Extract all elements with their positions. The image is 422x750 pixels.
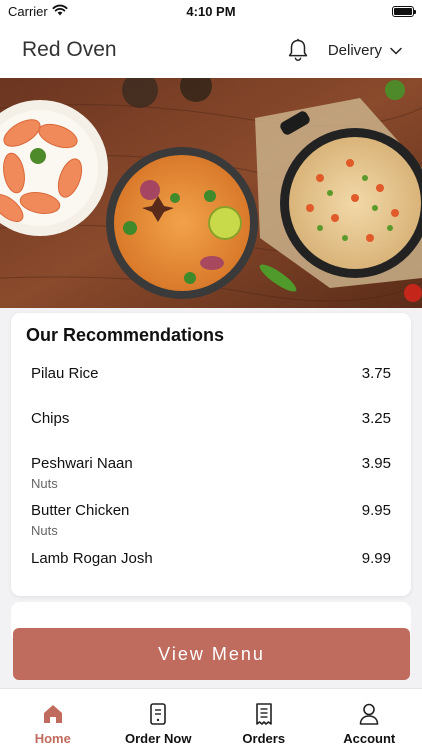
- bell-icon[interactable]: [286, 37, 310, 63]
- delivery-dropdown[interactable]: Delivery: [328, 42, 402, 59]
- menu-item-price: 3.95: [361, 455, 391, 472]
- menu-item-price: 3.75: [361, 365, 391, 382]
- tab-label: Account: [343, 731, 396, 746]
- wifi-icon: [52, 4, 68, 19]
- tab-label: Home: [34, 731, 71, 746]
- menu-item[interactable]: Lamb Rogan Josh 9.99: [31, 550, 391, 574]
- menu-item[interactable]: Peshwari Naan 3.95 Nuts: [31, 455, 391, 495]
- tab-label: Orders: [242, 731, 286, 746]
- carrier-label: Carrier: [8, 3, 48, 19]
- tab-label: Order Now: [125, 731, 192, 746]
- menu-item-name: Lamb Rogan Josh: [31, 550, 153, 567]
- menu-item-name: Pilau Rice: [31, 365, 99, 382]
- food-banner-image: [0, 78, 422, 308]
- menu-item-price: 9.99: [361, 550, 391, 567]
- menu-item[interactable]: Chips 3.25: [31, 410, 391, 434]
- battery-level: [394, 7, 412, 15]
- app-header: Red Oven Delivery: [0, 22, 422, 78]
- home-icon: [41, 702, 65, 726]
- menu-item-price: 3.25: [361, 410, 391, 427]
- hero-food-banner: [0, 78, 422, 308]
- bottom-tab-bar: Home Order Now Orders Account: [0, 688, 422, 750]
- view-menu-button[interactable]: View Menu: [13, 628, 410, 680]
- recommendations-title: Our Recommendations: [26, 325, 225, 345]
- status-bar: Carrier 4:10 PM: [0, 0, 422, 22]
- menu-item-name: Butter Chicken: [31, 502, 130, 519]
- status-left: Carrier: [8, 4, 68, 19]
- menu-item[interactable]: Pilau Rice 3.75: [31, 365, 391, 389]
- menu-item-name: Peshwari Naan: [31, 455, 133, 472]
- receipt-icon: [252, 702, 276, 726]
- menu-item-allergen: Nuts: [31, 476, 58, 491]
- menu-item-allergen: Nuts: [31, 523, 58, 538]
- status-time: 4:10 PM: [186, 3, 236, 19]
- tab-order-now[interactable]: Order Now: [106, 689, 211, 746]
- menu-item[interactable]: Butter Chicken 9.95 Nuts: [31, 502, 391, 542]
- recommendations-card: Our Recommendations Pilau Rice 3.75 Chip…: [11, 313, 411, 596]
- tab-orders[interactable]: Orders: [211, 689, 316, 746]
- chevron-down-icon: [390, 42, 402, 59]
- app-title: Red Oven: [22, 38, 117, 61]
- order-now-icon: [146, 702, 170, 726]
- menu-item-price: 9.95: [361, 502, 391, 519]
- tab-account[interactable]: Account: [317, 689, 422, 746]
- tab-home[interactable]: Home: [0, 689, 105, 746]
- header-actions: Delivery: [286, 37, 402, 63]
- delivery-label: Delivery: [327, 41, 382, 59]
- menu-item-name: Chips: [31, 410, 70, 427]
- battery-icon: [392, 5, 416, 17]
- person-icon: [357, 702, 381, 726]
